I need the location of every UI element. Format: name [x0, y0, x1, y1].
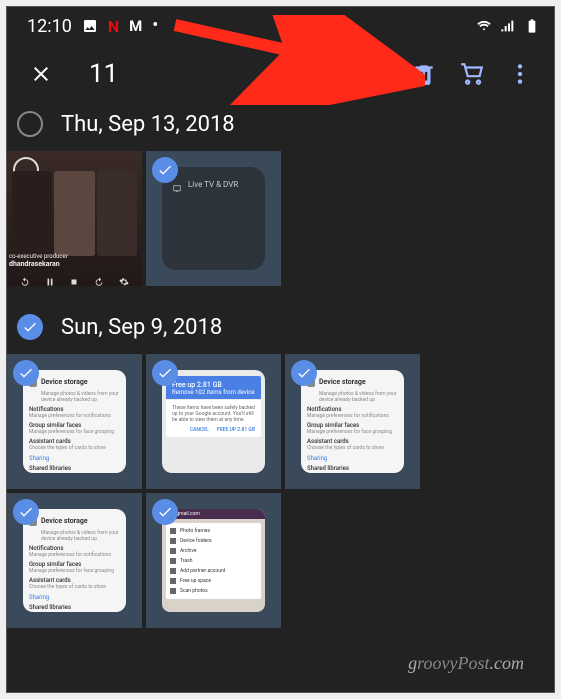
- photo-thumbnail[interactable]: co-executive producer dhandrasekaran: [7, 151, 142, 286]
- photo-thumbnail[interactable]: Device storage Manage photos & videos fr…: [7, 493, 142, 628]
- selection-toolbar: 11: [7, 45, 554, 103]
- item-select-toggle[interactable]: [152, 360, 178, 386]
- wifi-icon: [476, 18, 492, 34]
- gear-icon: [119, 272, 129, 282]
- free-up-button: FREE UP 2.81 GB: [217, 427, 255, 433]
- item-select-toggle[interactable]: [152, 499, 178, 525]
- image-icon: [82, 18, 98, 34]
- photo-thumbnail[interactable]: Device storage Manage photos & videos fr…: [7, 354, 142, 489]
- add-button[interactable]: [352, 50, 400, 98]
- cancel-button: CANCEL: [190, 427, 209, 433]
- photo-thumbnail[interactable]: k…@gmail.com Photo frames Device folders…: [146, 493, 281, 628]
- status-time: 12:10: [27, 16, 72, 37]
- group-select-toggle[interactable]: [17, 314, 43, 340]
- photo-thumbnail[interactable]: Free up 2.81 GB Remove 102 items from de…: [146, 354, 281, 489]
- cart-button[interactable]: [448, 50, 496, 98]
- group-date-label: Thu, Sep 13, 2018: [61, 112, 235, 137]
- close-selection-button[interactable]: [17, 50, 65, 98]
- stop-icon: [69, 272, 79, 282]
- share-button[interactable]: [304, 50, 352, 98]
- watermark: ggroovyPost.comroovyPost.com: [408, 653, 524, 674]
- replay-icon: [20, 272, 30, 282]
- pause-icon: [45, 272, 55, 282]
- delete-button[interactable]: [400, 50, 448, 98]
- gmail-icon: M: [129, 17, 142, 35]
- forward-icon: [94, 272, 104, 282]
- date-group-header[interactable]: Thu, Sep 13, 2018: [7, 103, 554, 151]
- status-bar: 12:10 N M •: [7, 7, 554, 45]
- photo-thumbnail[interactable]: Device storage Manage photos & videos fr…: [285, 354, 420, 489]
- item-select-toggle[interactable]: [13, 499, 39, 525]
- item-select-toggle[interactable]: [152, 157, 178, 183]
- card-label: Live TV & DVR: [188, 180, 238, 189]
- group-select-toggle[interactable]: [17, 111, 43, 137]
- video-controls: [7, 270, 142, 284]
- battery-icon: [524, 18, 540, 34]
- netflix-icon: N: [108, 17, 119, 36]
- tv-icon: [172, 179, 182, 189]
- selection-count: 11: [89, 59, 296, 89]
- item-select-toggle[interactable]: [291, 360, 317, 386]
- date-group-header[interactable]: Sun, Sep 9, 2018: [7, 306, 554, 354]
- video-caption: co-executive producer dhandrasekaran: [9, 253, 68, 268]
- dot-icon: •: [152, 17, 158, 35]
- signal-icon: [500, 18, 516, 34]
- photo-thumbnail[interactable]: Live TV & DVR: [146, 151, 281, 286]
- overflow-menu-button[interactable]: [496, 50, 544, 98]
- group-date-label: Sun, Sep 9, 2018: [61, 315, 222, 340]
- item-select-toggle[interactable]: [13, 360, 39, 386]
